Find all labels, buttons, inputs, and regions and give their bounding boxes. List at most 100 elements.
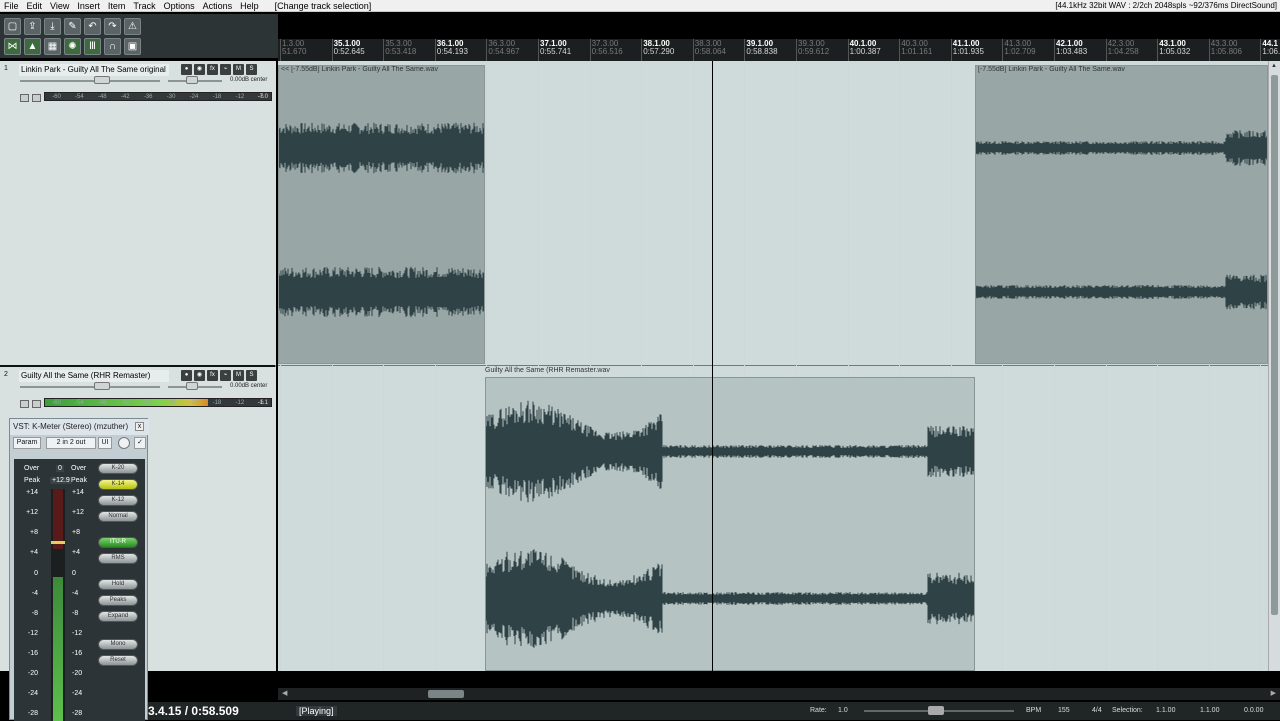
bypass-icon[interactable] (118, 437, 130, 449)
kmeter-k-12-button[interactable]: K-12 (98, 495, 138, 506)
selection-length[interactable]: 0.0.00 (1244, 707, 1263, 714)
record-arm-button[interactable]: ● (181, 370, 192, 381)
phase-button[interactable] (32, 400, 41, 408)
kmeter-peaks-button[interactable]: Peaks (98, 595, 138, 606)
volume-knob[interactable] (94, 382, 110, 390)
rate-value[interactable]: 1.0 (838, 707, 848, 714)
solo-button[interactable]: S (246, 64, 257, 75)
lock-icon[interactable]: ▣ (124, 38, 141, 55)
magnet-icon[interactable]: ∩ (104, 38, 121, 55)
menu-item-track[interactable]: Track (129, 0, 159, 12)
menu-item-file[interactable]: File (0, 0, 23, 12)
scroll-up-icon[interactable]: ▲ (1271, 63, 1278, 71)
item-label: Guilty All the Same (RHR Remaster.wav (485, 367, 610, 374)
menu-item-actions[interactable]: Actions (199, 0, 237, 12)
kmeter-mono-button[interactable]: Mono (98, 639, 138, 650)
menu-item-edit[interactable]: Edit (23, 0, 47, 12)
track-2-header[interactable]: 2 Guilty All the Same (RHR Remaster) ● ◉… (0, 368, 274, 402)
kmeter-normal-button[interactable]: Normal (98, 511, 138, 522)
kmeter-rms-button[interactable]: RMS (98, 553, 138, 564)
media-item[interactable]: [-7.55dB] Linkin Park - Guilty All The S… (975, 65, 1268, 364)
pan-knob[interactable] (186, 382, 198, 390)
ruler-time-label: 51.670 (282, 47, 307, 56)
scroll-right-icon[interactable]: ▶ (1271, 689, 1276, 697)
volume-slider[interactable] (20, 80, 160, 82)
record-arm-button[interactable]: ● (181, 64, 192, 75)
horizontal-scrollbar[interactable]: ◀ ▶ (278, 688, 1280, 700)
arrange-view[interactable]: << [-7.55dB] Linkin Park - Guilty All Th… (278, 61, 1268, 671)
menu-item-help[interactable]: Help (236, 0, 263, 12)
kmeter-scale-left: -16 (27, 650, 38, 658)
fx-button[interactable]: fx (207, 64, 218, 75)
ruler-tick (641, 39, 643, 61)
settings-icon[interactable]: ✎ (64, 18, 81, 35)
monitor-button[interactable]: ◉ (194, 370, 205, 381)
menu-item-view[interactable]: View (46, 0, 73, 12)
meter-scale-label: -30 (166, 400, 176, 406)
kmeter-reset-button[interactable]: Reset (98, 655, 138, 666)
kmeter-k-20-button[interactable]: K-20 (98, 463, 138, 474)
rate-knob[interactable] (928, 706, 944, 715)
redo-icon[interactable]: ↷ (104, 18, 121, 35)
kmeter-scale-right: -4 (72, 589, 79, 597)
vertical-scroll-thumb[interactable] (1271, 75, 1278, 615)
track-name-field[interactable]: Guilty All the Same (RHR Remaster) (19, 370, 169, 382)
time-signature[interactable]: 4/4 (1092, 707, 1102, 714)
monitor-button[interactable]: ◉ (194, 64, 205, 75)
enable-checkbox[interactable]: ✓ (134, 437, 146, 449)
envelope-button[interactable]: ⌁ (220, 370, 231, 381)
timeline-ruler[interactable]: 1.3.00 51.670 35.1.00 0:52.645 35.3.00 0:53.4… (278, 39, 1280, 61)
grid-icon[interactable]: ▦ (44, 38, 61, 55)
fx-button[interactable]: fx (207, 370, 218, 381)
solo-button[interactable]: S (246, 370, 257, 381)
kmeter-itu-r-button[interactable]: ITU-R (98, 537, 138, 548)
kmeter-scale-right: -16 (72, 650, 83, 658)
envelope-icon[interactable]: ✺ (64, 38, 81, 55)
meter-scale: -60 -54 -48 -42 -36 -30 -24 -18 -12 -6 (45, 93, 271, 102)
close-icon[interactable]: x (135, 422, 144, 431)
menu-item-item[interactable]: Item (104, 0, 130, 12)
volume-knob[interactable] (94, 76, 110, 84)
param-button[interactable]: Param (13, 437, 41, 449)
save-project-icon[interactable]: ⤓ (44, 18, 61, 35)
media-item[interactable]: Guilty All the Same (RHR Remaster.wav (485, 377, 975, 671)
phase-button[interactable] (32, 94, 41, 102)
ruler-mark: 37.1.00 0:55.741 (540, 40, 571, 56)
ripple-icon[interactable]: ▲ (24, 38, 41, 55)
ui-button[interactable]: UI (98, 437, 112, 449)
track-name-field[interactable]: Linkin Park - Guilty All The Same origin… (19, 64, 169, 76)
horizontal-scroll-thumb[interactable] (428, 690, 464, 698)
item-waveform (486, 400, 974, 648)
peak-label-right: Peak (71, 477, 87, 484)
menu-item-options[interactable]: Options (160, 0, 199, 12)
media-item[interactable]: << [-7.55dB] Linkin Park - Guilty All Th… (278, 65, 485, 364)
io-button[interactable] (20, 94, 29, 102)
io-routing-button[interactable]: 2 in 2 out (46, 437, 96, 449)
bpm-value[interactable]: 155 (1058, 707, 1070, 714)
new-project-icon[interactable]: ▢ (4, 18, 21, 35)
kmeter-k-14-button[interactable]: K-14 (98, 479, 138, 490)
ruler-mark: 36.1.00 0:54.193 (437, 40, 468, 56)
snap-icon[interactable]: ⋈ (4, 38, 21, 55)
vertical-scrollbar[interactable]: ▲ (1268, 61, 1280, 671)
selection-start[interactable]: 1.1.00 (1156, 707, 1175, 714)
track-1-header[interactable]: 1 Linkin Park - Guilty All The Same orig… (0, 62, 274, 96)
metronome-icon[interactable]: ⚠ (124, 18, 141, 35)
io-button[interactable] (20, 400, 29, 408)
bars-icon[interactable]: Ⅲ (84, 38, 101, 55)
mute-button[interactable]: M (233, 64, 244, 75)
scroll-left-icon[interactable]: ◀ (282, 689, 287, 697)
menu-item-insert[interactable]: Insert (73, 0, 104, 12)
kmeter-hold-button[interactable]: Hold (98, 579, 138, 590)
change-track-selection[interactable]: [Change track selection] (271, 0, 376, 12)
kmeter-expand-button[interactable]: Expand (98, 611, 138, 622)
kmeter-scale-left: +12 (26, 509, 38, 517)
envelope-button[interactable]: ⌁ (220, 64, 231, 75)
selection-end[interactable]: 1.1.00 (1200, 707, 1219, 714)
open-project-icon[interactable]: ⇪ (24, 18, 41, 35)
kmeter-scale-left: -12 (27, 629, 38, 637)
undo-icon[interactable]: ↶ (84, 18, 101, 35)
mute-button[interactable]: M (233, 370, 244, 381)
volume-slider[interactable] (20, 386, 160, 388)
pan-knob[interactable] (186, 76, 198, 84)
